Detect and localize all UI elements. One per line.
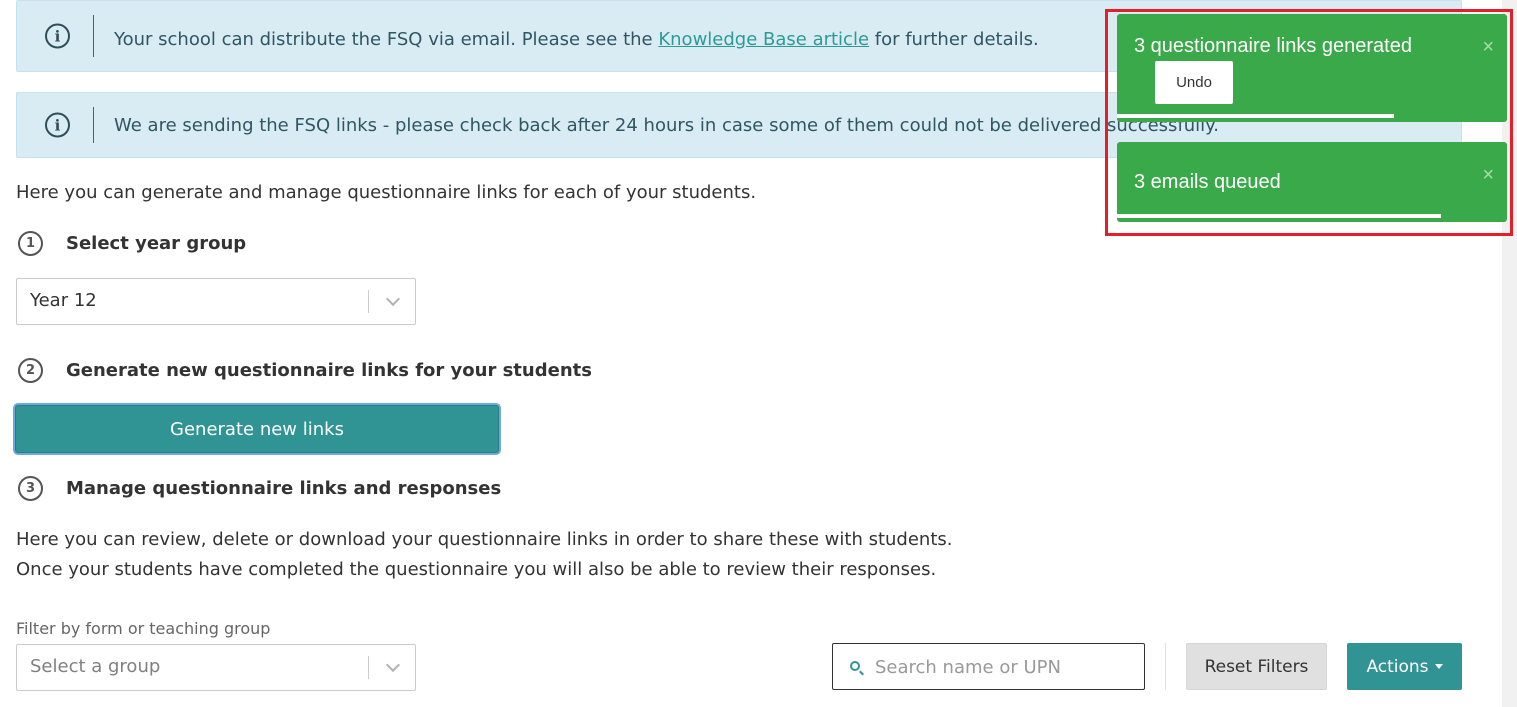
group-filter-placeholder: Select a group: [30, 656, 161, 677]
actions-button[interactable]: Actions: [1347, 643, 1462, 690]
group-filter-select[interactable]: Select a group: [16, 644, 416, 691]
step-title: Select year group: [66, 233, 247, 254]
generate-new-links-button[interactable]: Generate new links: [15, 405, 499, 453]
info-icon: i: [45, 23, 70, 49]
alert-text-before: Your school can distribute the FSQ via e…: [114, 29, 659, 50]
chevron-down-icon[interactable]: [385, 291, 401, 307]
step-title: Generate new questionnaire links for you…: [66, 360, 592, 381]
alert-divider: [93, 107, 94, 143]
manage-description: Here you can review, delete or download …: [16, 529, 953, 580]
search-input[interactable]: [873, 652, 1133, 682]
actions-label: Actions: [1366, 656, 1429, 677]
step-generate-links: 2 Generate new questionnaire links for y…: [18, 358, 592, 383]
step-number-2: 2: [18, 358, 43, 383]
alert-text: Your school can distribute the FSQ via e…: [114, 29, 1039, 50]
alert-text-after: for further details.: [869, 29, 1039, 50]
toolbar-divider: [1165, 643, 1166, 690]
chevron-down-icon[interactable]: [385, 657, 401, 673]
select-divider: [368, 656, 369, 679]
search-box[interactable]: [832, 643, 1145, 690]
step-manage-links: 3 Manage questionnaire links and respons…: [18, 476, 501, 501]
highlight-box: [1105, 9, 1513, 236]
step-title: Manage questionnaire links and responses: [66, 478, 502, 499]
filter-label: Filter by form or teaching group: [16, 619, 271, 638]
search-icon: [850, 661, 860, 671]
info-icon: i: [45, 112, 70, 138]
reset-filters-button[interactable]: Reset Filters: [1186, 643, 1327, 690]
caret-down-icon: [1434, 664, 1443, 669]
step-number-3: 3: [18, 476, 43, 501]
knowledge-base-link[interactable]: Knowledge Base article: [658, 29, 869, 50]
step-number-1: 1: [18, 231, 43, 256]
select-divider: [368, 290, 369, 313]
year-group-select[interactable]: Year 12: [16, 278, 416, 325]
intro-text: Here you can generate and manage questio…: [16, 182, 757, 203]
step-select-year: 1 Select year group: [18, 231, 246, 256]
alert-divider: [93, 15, 94, 57]
year-group-value: Year 12: [30, 290, 97, 311]
alert-text: We are sending the FSQ links - please ch…: [114, 115, 1219, 136]
